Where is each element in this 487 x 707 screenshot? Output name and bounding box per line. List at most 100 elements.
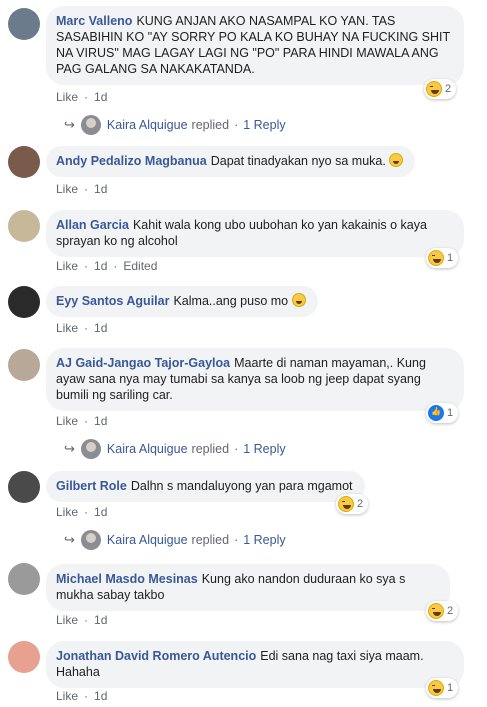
avatar (80, 439, 101, 459)
commenter-name[interactable]: Allan Garcia (56, 218, 129, 232)
timestamp[interactable]: 1d (94, 689, 107, 703)
comment-bubble: Andy Pedalizo Magbanua Dapat tinadyakan n… (46, 146, 416, 177)
comment-text: Dapat tinadyakan nyo sa muka. (210, 154, 386, 168)
replies-link[interactable]: ↪ Kaira Alquigue replied · 1 Reply (64, 439, 286, 459)
like-button[interactable]: Like (56, 321, 78, 335)
like-button[interactable]: Like (56, 90, 78, 104)
reply-action: replied (191, 533, 230, 547)
comment-bubble: Jonathan David Romero Autencio Edi sana n… (46, 641, 464, 688)
reply-arrow-icon: ↪ (64, 441, 75, 456)
reply-arrow-icon: ↪ (64, 532, 75, 547)
timestamp[interactable]: 1d (94, 259, 107, 273)
reaction-number: 2 (447, 605, 454, 617)
separator: · (84, 321, 89, 335)
edited-label[interactable]: Edited (123, 259, 157, 273)
replier-name[interactable]: Kaira Alquigue (107, 533, 188, 547)
commenter-name[interactable]: Marc Valleno (56, 14, 132, 28)
separator: · (234, 533, 239, 547)
replies-link[interactable]: ↪ Kaira Alquigue replied · 1 Reply (64, 530, 286, 550)
comment-text: Dalhn s mandaluyong yan para mgamot (130, 479, 353, 493)
like-button[interactable]: Like (56, 414, 78, 428)
replies-link[interactable]: ↪ Kaira Alquigue replied · 1 Reply (64, 115, 286, 135)
avatar[interactable] (8, 286, 40, 318)
comment-actions: Like · 1d (56, 90, 113, 104)
avatar[interactable] (8, 563, 40, 595)
like-button[interactable]: Like (56, 505, 78, 519)
commenter-name[interactable]: Gilbert Role (56, 479, 127, 493)
timestamp[interactable]: 1d (94, 321, 107, 335)
comment-bubble: Gilbert Role Dalhn s mandaluyong yan para… (46, 471, 365, 502)
reply-count[interactable]: 1 Reply (243, 442, 285, 456)
separator: · (84, 259, 89, 273)
timestamp[interactable]: 1d (94, 90, 107, 104)
timestamp[interactable]: 1d (94, 182, 107, 196)
like-button[interactable]: Like (56, 182, 78, 196)
reaction-count[interactable]: 2 (336, 494, 369, 514)
commenter-name[interactable]: Jonathan David Romero Autencio (56, 649, 256, 663)
comment-actions: Like · 1d (56, 613, 113, 627)
timestamp[interactable]: 1d (94, 613, 107, 627)
haha-icon (428, 680, 444, 696)
timestamp[interactable]: 1d (94, 505, 107, 519)
separator: · (84, 689, 89, 703)
reaction-count[interactable]: 1 (426, 403, 459, 423)
comment-actions: Like · 1d · Edited (56, 259, 163, 273)
comment-bubble: Allan Garcia Kahit wala kong ubo uubohan … (46, 210, 464, 257)
separator: · (84, 414, 89, 428)
reaction-count[interactable]: 1 (426, 678, 459, 698)
like-button[interactable]: Like (56, 689, 78, 703)
commenter-name[interactable]: Eyy Santos Aguilar (56, 294, 169, 308)
reaction-number: 2 (445, 83, 452, 95)
commenter-name[interactable]: AJ Gaid-Jangao Tajor-Gayloa (56, 356, 230, 370)
avatar[interactable] (8, 471, 40, 503)
reaction-number: 1 (447, 682, 454, 694)
comment-bubble: Michael Masdo Mesinas Kung ako nandon dud… (46, 564, 450, 611)
like-reaction-icon (428, 405, 444, 421)
reply-action: replied (191, 442, 230, 456)
separator: · (113, 259, 118, 273)
comment-bubble: AJ Gaid-Jangao Tajor-Gayloa Maarte di nam… (46, 348, 464, 411)
comment-actions: Like · 1d (56, 414, 113, 428)
avatar[interactable] (8, 8, 40, 40)
like-button[interactable]: Like (56, 613, 78, 627)
haha-icon (426, 81, 442, 97)
replier-name[interactable]: Kaira Alquigue (107, 442, 188, 456)
comment-bubble: Eyy Santos Aguilar Kalma..ang puso mo (46, 286, 318, 317)
commenter-name[interactable]: Andy Pedalizo Magbanua (56, 154, 207, 168)
haha-icon (338, 496, 354, 512)
avatar[interactable] (8, 146, 40, 178)
separator: · (234, 442, 239, 456)
reaction-count[interactable]: 2 (426, 601, 459, 621)
separator: · (234, 118, 239, 132)
separator: · (84, 90, 89, 104)
haha-icon (428, 250, 444, 266)
reply-arrow-icon: ↪ (64, 117, 75, 132)
reaction-count[interactable]: 1 (426, 248, 459, 268)
separator: · (84, 182, 89, 196)
comment-text: Kalma..ang puso mo (173, 294, 289, 308)
like-button[interactable]: Like (56, 259, 78, 273)
reaction-number: 1 (447, 252, 454, 264)
reaction-number: 2 (357, 498, 364, 510)
comment-actions: Like · 1d (56, 505, 113, 519)
comment-actions: Like · 1d (56, 689, 113, 703)
comment-actions: Like · 1d (56, 182, 113, 196)
avatar[interactable] (8, 641, 40, 673)
avatar (80, 115, 101, 135)
haha-icon (428, 603, 444, 619)
reply-count[interactable]: 1 Reply (243, 118, 285, 132)
avatar[interactable] (8, 349, 40, 381)
rofl-emoji-icon (291, 293, 306, 307)
commenter-name[interactable]: Michael Masdo Mesinas (56, 572, 198, 586)
timestamp[interactable]: 1d (94, 414, 107, 428)
reply-action: replied (191, 118, 230, 132)
avatar[interactable] (8, 210, 40, 242)
reaction-count[interactable]: 2 (424, 79, 457, 99)
rofl-emoji-icon (389, 153, 404, 167)
separator: · (84, 613, 89, 627)
separator: · (84, 505, 89, 519)
comment-bubble: Marc Valleno KUNG ANJAN AKO NASAMPAL KO Y… (46, 6, 464, 85)
avatar (80, 530, 101, 550)
replier-name[interactable]: Kaira Alquigue (107, 118, 188, 132)
reply-count[interactable]: 1 Reply (243, 533, 285, 547)
